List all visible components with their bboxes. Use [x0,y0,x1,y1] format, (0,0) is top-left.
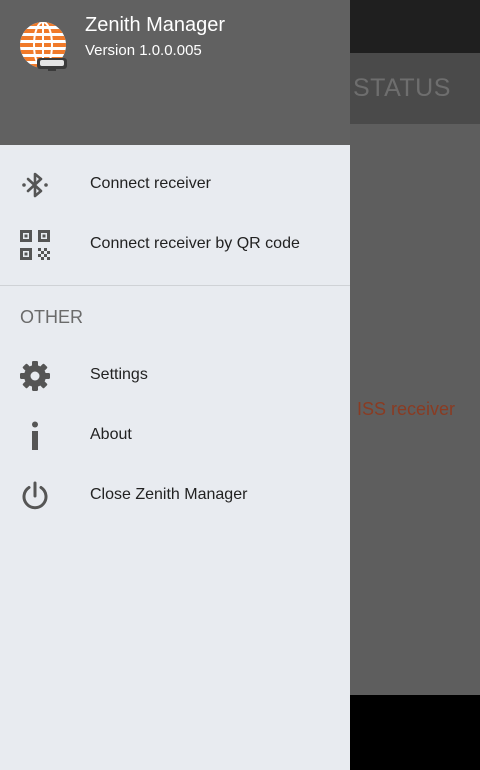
power-icon [22,481,48,510]
menu-item-label: Connect receiver by QR code [90,235,300,252]
menu-item-about[interactable]: About [0,408,350,464]
tab-status: STATUS [353,74,451,102]
app-logo-icon [20,22,67,71]
divider [0,285,350,286]
section-title-other: OTHER [20,307,83,327]
bluetooth-icon [22,172,48,198]
menu-item-label: Connect receiver [90,175,211,192]
menu-item-label: Close Zenith Manager [90,486,248,503]
drawer-header: Zenith Manager Version 1.0.0.005 [0,0,350,145]
info-icon [32,421,38,450]
menu-item-connect-qr[interactable]: Connect receiver by QR code [0,217,350,273]
screen: STATUS ISS receiver Zenith Manager Versi… [0,0,480,770]
navigation-drawer: Zenith Manager Version 1.0.0.005 Connect… [0,0,350,770]
menu-item-label: About [90,426,132,443]
menu-item-label: Settings [90,366,148,383]
gear-icon [20,361,50,391]
app-version: Version 1.0.0.005 [85,42,202,59]
menu-item-settings[interactable]: Settings [0,348,350,404]
app-name: Zenith Manager [85,14,226,36]
qr-code-icon [20,230,50,260]
menu-item-connect-receiver[interactable]: Connect receiver [0,157,350,213]
menu-item-close-app[interactable]: Close Zenith Manager [0,468,350,524]
